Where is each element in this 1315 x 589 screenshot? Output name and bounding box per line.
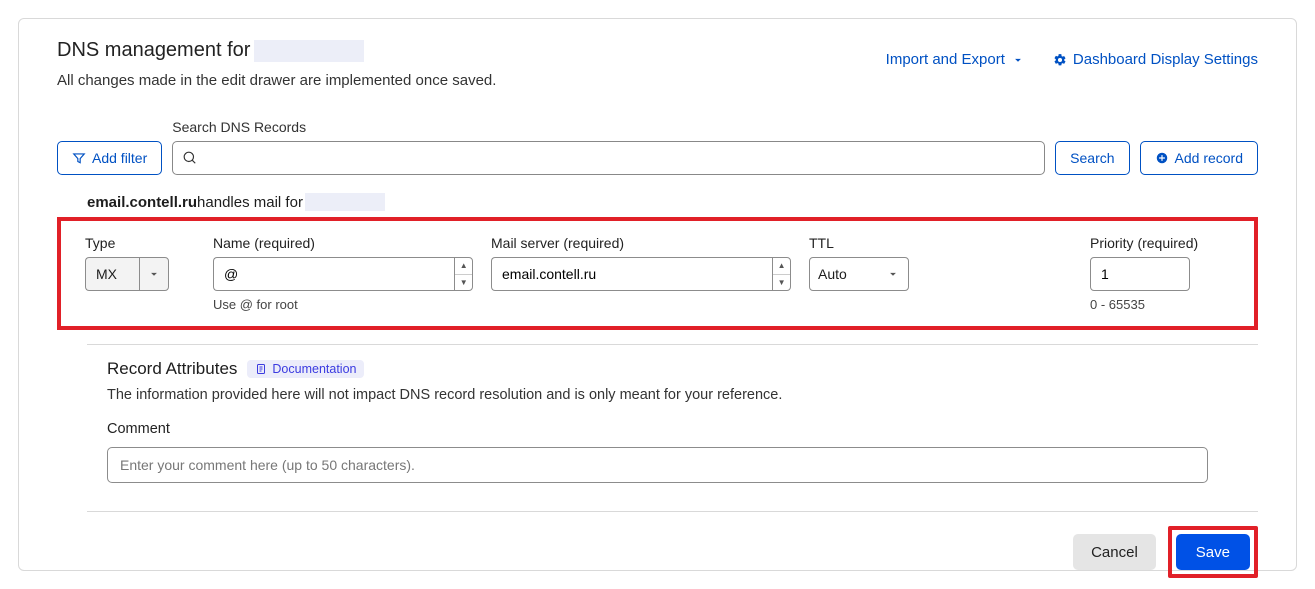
mailserver-step-up[interactable]: ▲ bbox=[773, 258, 790, 275]
save-button[interactable]: Save bbox=[1176, 534, 1250, 570]
search-field[interactable] bbox=[172, 141, 1045, 175]
record-summary-domain: email.contell.ru bbox=[87, 194, 197, 211]
search-button-label: Search bbox=[1070, 150, 1114, 166]
name-help: Use @ for root bbox=[213, 297, 473, 312]
documentation-label: Documentation bbox=[272, 362, 356, 376]
cancel-button[interactable]: Cancel bbox=[1073, 534, 1156, 570]
search-icon bbox=[183, 151, 197, 165]
comment-input[interactable] bbox=[107, 447, 1208, 483]
priority-help: 0 - 65535 bbox=[1090, 297, 1230, 312]
divider bbox=[87, 511, 1258, 512]
import-export-label: Import and Export bbox=[886, 51, 1005, 68]
page-title: DNS management for bbox=[57, 39, 496, 62]
title-redacted bbox=[254, 40, 364, 62]
plus-circle-icon bbox=[1155, 151, 1169, 165]
ttl-label: TTL bbox=[809, 235, 909, 251]
search-button[interactable]: Search bbox=[1055, 141, 1129, 175]
type-select[interactable]: MX bbox=[85, 257, 195, 291]
record-form-highlight: Type MX Name (required) ▲ ▼ bbox=[57, 217, 1258, 330]
record-attributes-title: Record Attributes bbox=[107, 359, 237, 379]
mailserver-step-down[interactable]: ▼ bbox=[773, 275, 790, 291]
mailserver-label: Mail server (required) bbox=[491, 235, 791, 251]
record-attributes-desc: The information provided here will not i… bbox=[107, 387, 1208, 403]
cancel-label: Cancel bbox=[1091, 544, 1138, 561]
search-input[interactable] bbox=[205, 149, 1034, 167]
add-filter-label: Add filter bbox=[92, 150, 147, 166]
name-input[interactable] bbox=[213, 257, 454, 291]
name-label: Name (required) bbox=[213, 235, 473, 251]
priority-input[interactable] bbox=[1090, 257, 1190, 291]
add-record-button[interactable]: Add record bbox=[1140, 141, 1258, 175]
priority-label: Priority (required) bbox=[1090, 235, 1230, 251]
gear-icon bbox=[1053, 53, 1067, 67]
record-summary-text: handles mail for bbox=[197, 194, 303, 211]
document-icon bbox=[255, 363, 267, 375]
save-highlight: Save bbox=[1168, 526, 1258, 578]
filter-icon bbox=[72, 151, 86, 165]
caret-down-icon bbox=[1011, 53, 1025, 67]
ttl-select[interactable]: Auto bbox=[809, 257, 909, 291]
add-filter-button[interactable]: Add filter bbox=[57, 141, 162, 175]
name-step-down[interactable]: ▼ bbox=[455, 275, 472, 291]
name-step-up[interactable]: ▲ bbox=[455, 258, 472, 275]
type-dropdown-toggle[interactable] bbox=[139, 257, 169, 291]
ttl-value: Auto bbox=[818, 266, 886, 282]
comment-label: Comment bbox=[107, 421, 1208, 437]
divider bbox=[87, 344, 1258, 345]
caret-down-icon bbox=[886, 267, 900, 281]
caret-down-icon bbox=[147, 267, 161, 281]
type-value: MX bbox=[85, 257, 139, 291]
record-summary-redacted bbox=[305, 193, 385, 211]
mailserver-input[interactable] bbox=[491, 257, 772, 291]
page-subtitle: All changes made in the edit drawer are … bbox=[57, 72, 496, 89]
search-label: Search DNS Records bbox=[172, 119, 1045, 135]
save-label: Save bbox=[1196, 544, 1230, 561]
display-settings-label: Dashboard Display Settings bbox=[1073, 51, 1258, 68]
title-prefix: DNS management for bbox=[57, 39, 250, 62]
display-settings-link[interactable]: Dashboard Display Settings bbox=[1053, 51, 1258, 68]
type-label: Type bbox=[85, 235, 195, 251]
record-summary: email.contell.ru handles mail for bbox=[87, 193, 1258, 211]
import-export-link[interactable]: Import and Export bbox=[886, 51, 1025, 68]
add-record-label: Add record bbox=[1175, 150, 1243, 166]
documentation-link[interactable]: Documentation bbox=[247, 360, 364, 378]
